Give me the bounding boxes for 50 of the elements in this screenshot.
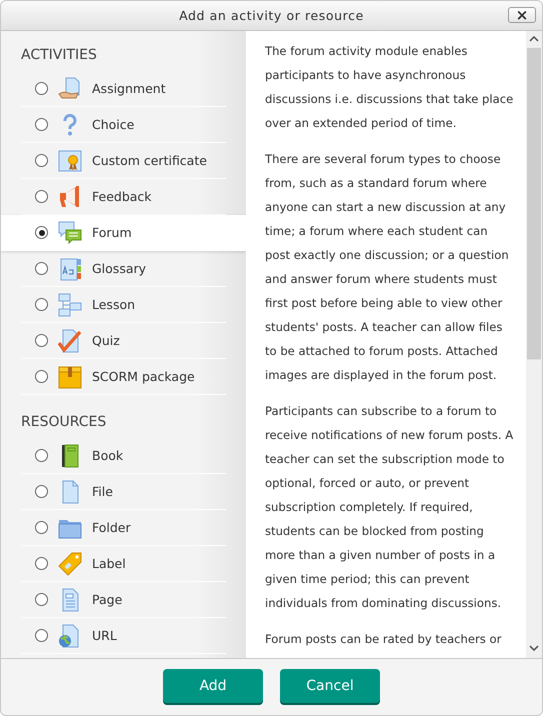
hand-document-icon [58,76,82,100]
radio-button[interactable] [35,298,48,311]
radio-button[interactable] [35,190,48,203]
radio-button[interactable] [35,334,48,347]
glossary-icon [58,256,82,280]
certificate-icon [58,148,82,172]
cancel-button[interactable]: Cancel [280,669,380,703]
option-label[interactable]: URL [92,628,117,643]
section-heading: ACTIVITIES [20,46,98,65]
radio-button[interactable] [35,485,48,498]
add-button[interactable]: Add [163,669,263,703]
tag-icon [58,552,82,576]
option-label[interactable]: Label [92,556,126,571]
description-paragraph: The forum activity module enables participants to have asynchronous discussions i.e. discussions that take place over an extended period of time. [265,43,514,132]
option-label[interactable]: Forum [92,225,132,240]
radio-button[interactable] [35,82,48,95]
close-button[interactable]: × [508,7,536,23]
radio-button[interactable] [35,629,48,642]
radio-button[interactable] [35,226,48,239]
package-box-icon [58,364,82,388]
radio-button[interactable] [35,262,48,275]
option-label[interactable]: File [92,484,113,499]
checkmark-page-icon [58,328,82,352]
description-paragraph: Participants can subscribe to a forum to receive notifications of new forum posts. A teacher can set the subscription mode to optional, forced or auto, or prevent subscription completely. If required, students can be blocked from posting more than a given number of posts in a given time period; this can prevent individuals from dominating discussions. [265,403,514,612]
radio-button[interactable] [35,370,48,383]
option-label[interactable]: Folder [92,520,131,535]
option-label[interactable]: Feedback [92,189,152,204]
radio-button[interactable] [35,557,48,570]
radio-button[interactable] [35,118,48,131]
description-paragraph: Forum posts can be rated by teachers or [265,631,502,648]
description-paragraph: There are several forum types to choose from, such as a standard forum where anyone can start a new discussion at any time; a forum where each student can post exactly one discussion; or a question and answer forum where students must first post before being able to view other students' posts. A teacher can allow files to be attached to forum posts. Attached images are displayed in the forum post. [265,151,510,384]
option-label[interactable]: Page [92,592,122,607]
option-label[interactable]: Glossary [92,261,146,276]
option-label[interactable]: Book [92,448,124,463]
option-label[interactable]: Assignment [92,81,166,96]
radio-button[interactable] [35,449,48,462]
speech-bubbles-icon [58,220,82,244]
radio-button[interactable] [35,521,48,534]
section-heading: RESOURCES [20,413,108,432]
radio-button[interactable] [35,154,48,167]
option-label[interactable]: Choice [92,117,134,132]
megaphone-icon [58,184,82,208]
option-label[interactable]: Lesson [92,297,136,312]
option-label[interactable]: Custom certificate [92,153,207,168]
flowchart-icon [58,292,82,316]
option-label[interactable]: Quiz [92,333,120,348]
radio-button[interactable] [35,593,48,606]
dialog-title: Add an activity or resource [179,8,364,23]
option-label[interactable]: SCORM package [92,369,195,384]
selected-row-highlight[interactable]: Forum [1,215,246,251]
